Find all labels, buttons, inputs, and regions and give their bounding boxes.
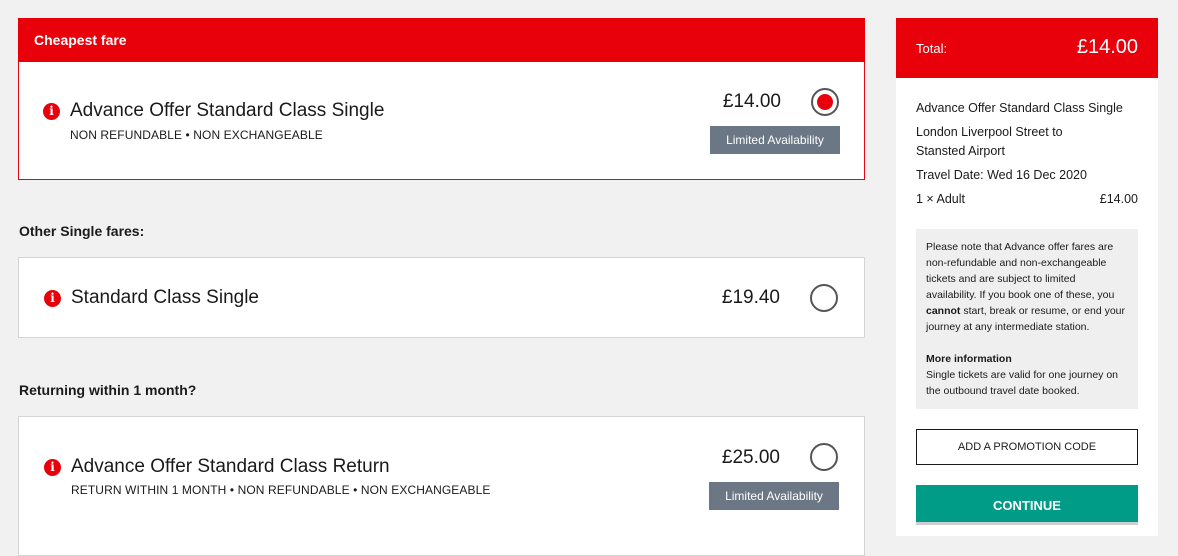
summary-fare-name: Advance Offer Standard Class Single xyxy=(916,101,1123,115)
fare-radio-selected[interactable] xyxy=(811,88,839,116)
summary-route-destination: Stansted Airport xyxy=(916,144,1005,158)
fare-name: Standard Class Single xyxy=(71,287,259,308)
fare-price: £25.00 xyxy=(721,447,780,468)
fare-radio[interactable] xyxy=(810,284,838,312)
fare-price: £19.40 xyxy=(721,287,780,308)
add-promotion-code-button[interactable]: ADD A PROMOTION CODE xyxy=(916,429,1138,465)
note-text-1: Please note that Advance offer fares are… xyxy=(926,241,1115,301)
fare-conditions-note: Please note that Advance offer fares are… xyxy=(916,229,1138,409)
other-single-fares-label: Other Single fares: xyxy=(19,223,145,239)
advance-return-fare-card[interactable]: i Advance Offer Standard Class Return RE… xyxy=(18,416,865,556)
summary-travel-date: Travel Date: Wed 16 Dec 2020 xyxy=(916,168,1087,182)
cheapest-fare-header: Cheapest fare xyxy=(18,18,865,62)
total-value: £14.00 xyxy=(1076,36,1138,58)
total-label: Total: xyxy=(916,41,948,56)
fare-conditions: NON REFUNDABLE • NON EXCHANGEABLE xyxy=(70,128,323,142)
summary-passengers: 1 × Adult xyxy=(916,192,965,206)
booking-summary-panel: Total: £14.00 Advance Offer Standard Cla… xyxy=(896,18,1158,536)
summary-route-origin: London Liverpool Street to xyxy=(916,125,1063,139)
standard-single-fare-card[interactable]: i Standard Class Single £19.40 xyxy=(18,257,865,338)
limited-availability-badge: Limited Availability xyxy=(709,482,839,510)
continue-button[interactable]: CONTINUE xyxy=(916,485,1138,525)
cheapest-fare-row[interactable]: i Advance Offer Standard Class Single NO… xyxy=(18,62,865,179)
total-header: Total: £14.00 xyxy=(896,18,1158,78)
more-info-text: Single tickets are valid for one journey… xyxy=(926,369,1119,397)
info-icon[interactable]: i xyxy=(44,290,61,307)
summary-passenger-price: £14.00 xyxy=(1099,192,1138,206)
fare-name: Advance Offer Standard Class Return xyxy=(71,456,390,477)
more-info-title: More information xyxy=(926,353,1012,365)
returning-fares-label: Returning within 1 month? xyxy=(19,382,197,398)
note-bold: cannot xyxy=(926,305,961,317)
fare-name: Advance Offer Standard Class Single xyxy=(70,100,385,121)
fare-conditions: RETURN WITHIN 1 MONTH • NON REFUNDABLE •… xyxy=(71,483,491,497)
limited-availability-badge: Limited Availability xyxy=(710,126,840,154)
cheapest-fare-header-label: Cheapest fare xyxy=(34,32,127,48)
info-icon[interactable]: i xyxy=(44,459,61,476)
info-icon[interactable]: i xyxy=(43,103,60,120)
fare-price: £14.00 xyxy=(722,91,781,112)
fare-radio[interactable] xyxy=(810,443,838,471)
